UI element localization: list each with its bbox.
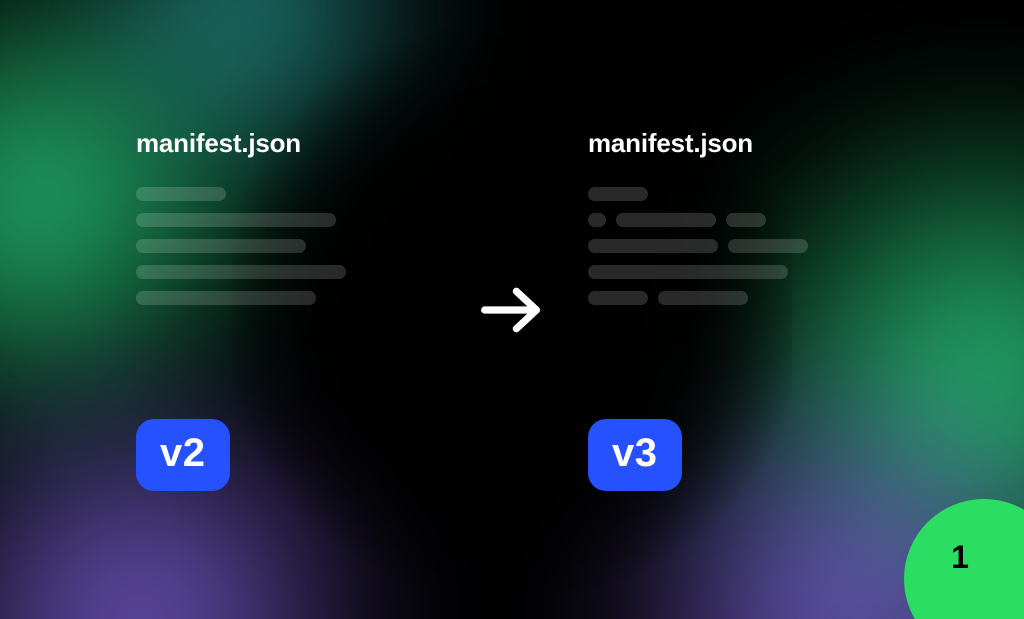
skeleton-row <box>136 265 346 279</box>
manifest-v2-title: manifest.json <box>136 128 301 159</box>
skeleton-segment <box>136 187 226 201</box>
manifest-v3-skeleton <box>588 187 808 387</box>
skeleton-segment <box>588 213 606 227</box>
skeleton-segment <box>588 239 718 253</box>
skeleton-segment <box>616 213 716 227</box>
skeleton-segment <box>728 239 808 253</box>
skeleton-segment <box>136 291 316 305</box>
skeleton-row <box>588 291 808 305</box>
skeleton-segment <box>136 265 346 279</box>
skeleton-segment <box>726 213 766 227</box>
v2-badge: v2 <box>136 419 230 491</box>
skeleton-segment <box>658 291 748 305</box>
skeleton-segment <box>588 291 648 305</box>
manifest-v2-column: manifest.json v2 <box>136 128 436 491</box>
skeleton-row <box>136 187 346 201</box>
manifest-v3-column: manifest.json v3 <box>588 128 888 491</box>
skeleton-segment <box>136 213 336 227</box>
skeleton-segment <box>588 187 648 201</box>
manifest-v2-skeleton <box>136 187 346 387</box>
skeleton-row <box>588 239 808 253</box>
skeleton-row <box>136 291 346 305</box>
skeleton-row <box>136 239 346 253</box>
arrow-right-icon <box>476 274 548 346</box>
skeleton-segment <box>588 265 788 279</box>
page-number-text: 1 <box>951 539 969 576</box>
skeleton-row <box>588 213 808 227</box>
v3-badge: v3 <box>588 419 682 491</box>
skeleton-segment <box>136 239 306 253</box>
skeleton-row <box>588 187 808 201</box>
skeleton-row <box>136 213 346 227</box>
skeleton-row <box>588 265 808 279</box>
manifest-v3-title: manifest.json <box>588 128 753 159</box>
diagram-stage: manifest.json v2 manifest.json v3 <box>0 0 1024 619</box>
